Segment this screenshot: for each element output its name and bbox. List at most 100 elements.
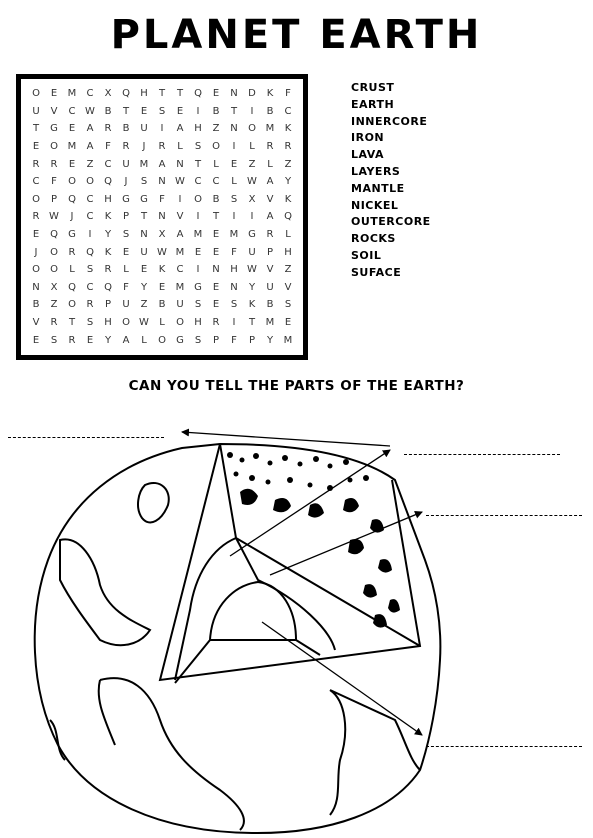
grid-letter[interactable]: U [171, 296, 189, 314]
grid-letter[interactable]: K [279, 191, 297, 209]
grid-letter[interactable]: F [225, 243, 243, 261]
grid-letter[interactable]: H [135, 85, 153, 103]
grid-letter[interactable]: C [279, 103, 297, 121]
grid-letter[interactable]: O [27, 261, 45, 279]
grid-letter[interactable]: R [99, 261, 117, 279]
grid-letter[interactable]: S [225, 296, 243, 314]
grid-letter[interactable]: R [81, 296, 99, 314]
grid-letter[interactable]: X [45, 279, 63, 297]
grid-letter[interactable]: T [117, 103, 135, 121]
grid-letter[interactable]: E [207, 296, 225, 314]
grid-letter[interactable]: X [99, 85, 117, 103]
grid-letter[interactable]: Y [99, 226, 117, 244]
grid-letter[interactable]: C [81, 191, 99, 209]
grid-letter[interactable]: I [243, 103, 261, 121]
grid-letter[interactable]: V [45, 103, 63, 121]
grid-letter[interactable]: I [171, 191, 189, 209]
grid-letter[interactable]: S [45, 331, 63, 349]
grid-letter[interactable]: N [153, 208, 171, 226]
grid-letter[interactable]: I [225, 138, 243, 156]
grid-letter[interactable]: O [207, 138, 225, 156]
grid-letter[interactable]: Z [243, 155, 261, 173]
grid-letter[interactable]: W [243, 261, 261, 279]
grid-letter[interactable]: Z [81, 155, 99, 173]
grid-letter[interactable]: A [171, 226, 189, 244]
grid-letter[interactable]: A [117, 331, 135, 349]
grid-letter[interactable]: A [261, 208, 279, 226]
grid-letter[interactable]: E [207, 243, 225, 261]
grid-letter[interactable]: W [243, 173, 261, 191]
grid-letter[interactable]: B [27, 296, 45, 314]
grid-letter[interactable]: M [225, 226, 243, 244]
grid-letter[interactable]: R [45, 155, 63, 173]
grid-letter[interactable]: G [63, 226, 81, 244]
grid-letter[interactable]: N [207, 261, 225, 279]
grid-letter[interactable]: J [135, 138, 153, 156]
grid-letter[interactable]: L [243, 138, 261, 156]
grid-letter[interactable]: C [81, 208, 99, 226]
grid-letter[interactable]: X [153, 226, 171, 244]
grid-letter[interactable]: W [153, 243, 171, 261]
grid-letter[interactable]: E [27, 138, 45, 156]
grid-letter[interactable]: C [81, 85, 99, 103]
grid-letter[interactable]: O [189, 191, 207, 209]
grid-letter[interactable]: Y [99, 331, 117, 349]
grid-letter[interactable]: O [243, 120, 261, 138]
grid-letter[interactable]: A [81, 120, 99, 138]
grid-letter[interactable]: P [207, 331, 225, 349]
grid-letter[interactable]: E [27, 226, 45, 244]
grid-letter[interactable]: Q [63, 191, 81, 209]
grid-letter[interactable]: W [81, 103, 99, 121]
grid-letter[interactable]: L [135, 331, 153, 349]
grid-letter[interactable]: R [63, 243, 81, 261]
grid-letter[interactable]: Q [279, 208, 297, 226]
grid-letter[interactable]: G [135, 191, 153, 209]
grid-letter[interactable]: P [45, 191, 63, 209]
grid-letter[interactable]: U [261, 279, 279, 297]
grid-letter[interactable]: C [207, 173, 225, 191]
grid-letter[interactable]: C [81, 279, 99, 297]
grid-letter[interactable]: I [81, 226, 99, 244]
grid-letter[interactable]: T [27, 120, 45, 138]
grid-letter[interactable]: S [117, 226, 135, 244]
grid-letter[interactable]: E [189, 243, 207, 261]
grid-letter[interactable]: P [261, 243, 279, 261]
grid-letter[interactable]: J [27, 243, 45, 261]
grid-letter[interactable]: C [189, 173, 207, 191]
grid-letter[interactable]: K [243, 296, 261, 314]
grid-letter[interactable]: N [153, 173, 171, 191]
grid-letter[interactable]: R [63, 331, 81, 349]
grid-letter[interactable]: E [63, 155, 81, 173]
grid-letter[interactable]: R [207, 314, 225, 332]
grid-letter[interactable]: I [225, 314, 243, 332]
grid-letter[interactable]: I [189, 103, 207, 121]
grid-letter[interactable]: E [135, 103, 153, 121]
grid-letter[interactable]: I [225, 208, 243, 226]
grid-letter[interactable]: H [189, 120, 207, 138]
grid-letter[interactable]: Z [207, 120, 225, 138]
grid-letter[interactable]: Q [117, 85, 135, 103]
grid-letter[interactable]: E [63, 120, 81, 138]
grid-letter[interactable]: A [153, 155, 171, 173]
grid-letter[interactable]: V [27, 314, 45, 332]
grid-letter[interactable]: G [243, 226, 261, 244]
grid-letter[interactable]: H [279, 243, 297, 261]
grid-letter[interactable]: N [171, 155, 189, 173]
grid-letter[interactable]: R [261, 138, 279, 156]
grid-letter[interactable]: G [117, 191, 135, 209]
grid-letter[interactable]: Y [279, 173, 297, 191]
grid-letter[interactable]: Z [279, 155, 297, 173]
grid-letter[interactable]: O [45, 243, 63, 261]
grid-letter[interactable]: S [135, 173, 153, 191]
grid-letter[interactable]: D [243, 85, 261, 103]
grid-letter[interactable]: W [135, 314, 153, 332]
grid-letter[interactable]: P [243, 331, 261, 349]
grid-letter[interactable]: T [243, 314, 261, 332]
grid-letter[interactable]: M [279, 331, 297, 349]
grid-letter[interactable]: I [243, 208, 261, 226]
grid-letter[interactable]: B [153, 296, 171, 314]
grid-letter[interactable]: S [81, 314, 99, 332]
grid-letter[interactable]: K [279, 120, 297, 138]
grid-letter[interactable]: V [261, 261, 279, 279]
grid-letter[interactable]: M [261, 120, 279, 138]
